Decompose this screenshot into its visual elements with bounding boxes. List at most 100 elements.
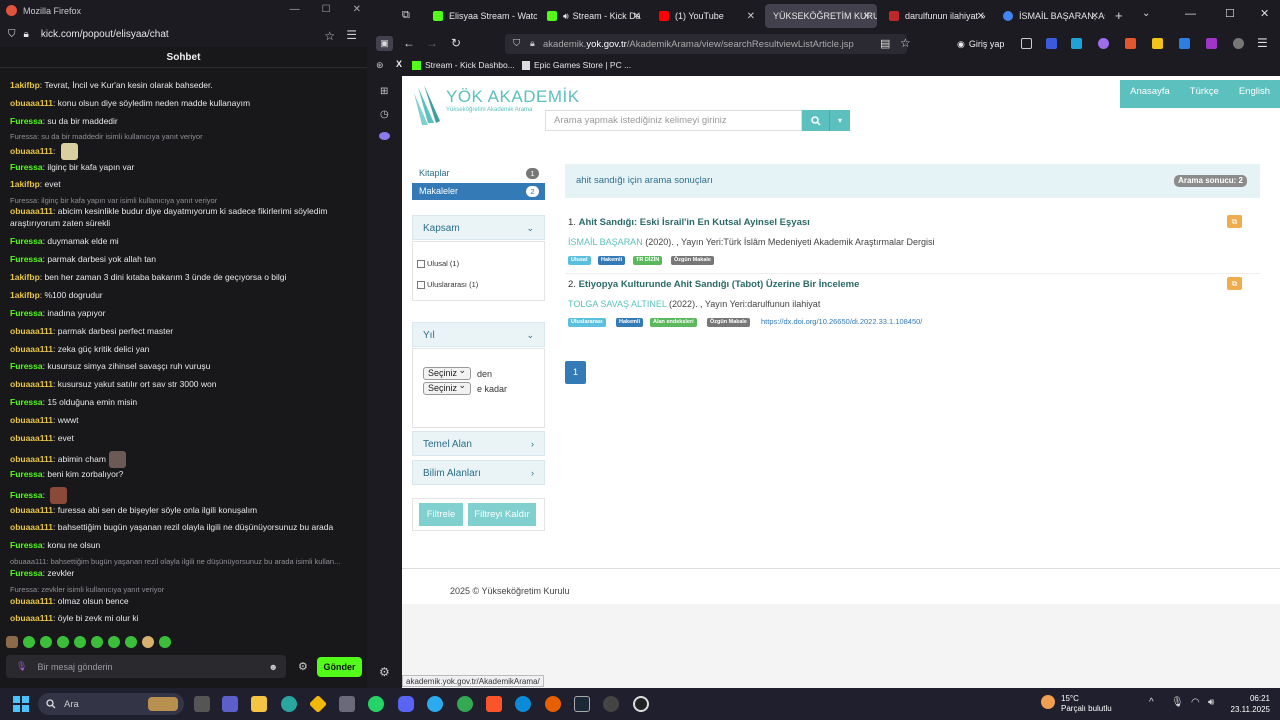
chat-username[interactable]: 1akifbp (10, 290, 40, 300)
search-options-dropdown[interactable]: ▾ (829, 110, 850, 131)
filter-uluslararasi[interactable]: Uluslararası (1) (417, 280, 478, 289)
chat-username[interactable]: Furessa (10, 361, 43, 371)
ai-chat-icon[interactable] (379, 132, 390, 140)
extension-icon[interactable] (1179, 38, 1190, 49)
chat-username[interactable]: Furessa (10, 236, 43, 246)
reload-icon[interactable]: ↻ (451, 36, 461, 50)
kapsam-panel-header[interactable]: Kapsam ⌄ (412, 215, 545, 240)
doi-link[interactable]: https://dx.doi.org/10.26650/di.2022.33.1… (761, 317, 922, 326)
extension-icon[interactable] (1046, 38, 1057, 49)
back-icon[interactable]: ← (403, 36, 415, 50)
tab-kick-dashboard[interactable]: 🔊︎ Stream - Kick Da ✕ (539, 4, 647, 28)
chat-username[interactable]: obuaaa111 (10, 415, 53, 425)
emote-icon[interactable] (23, 636, 35, 648)
emote-icon[interactable] (108, 636, 120, 648)
chat-username[interactable]: 1akifbp (10, 272, 40, 282)
close-button[interactable]: ✕ (1260, 7, 1269, 20)
emote-icon[interactable] (125, 636, 137, 648)
volume-icon[interactable]: 🔊︎ (1208, 697, 1214, 708)
page-1-button[interactable]: 1 (565, 361, 586, 384)
task-view-icon[interactable] (194, 696, 210, 712)
emote-icon[interactable] (159, 636, 171, 648)
whatsapp-icon[interactable] (368, 696, 384, 712)
windows-start-icon[interactable] (13, 696, 29, 712)
chat-username[interactable]: Furessa (10, 568, 43, 578)
tab-darulfunun[interactable]: darulfunun ilahiyat » ✕ (881, 4, 991, 28)
microphone-icon[interactable]: 🎙︎ (16, 661, 27, 672)
wifi-icon[interactable]: ◠ (1191, 697, 1200, 708)
signin-button[interactable]: ◉ Giriş yap (957, 36, 1004, 52)
extension-icon[interactable] (1125, 38, 1136, 49)
tab-list-icon[interactable]: ⧉ (402, 9, 410, 22)
close-tab-icon[interactable]: ✕ (977, 11, 985, 22)
tab-yok-akademik[interactable]: YÜKSEKÖĞRETİM KURUL ✕ (765, 4, 877, 28)
taskbar-search[interactable]: Ara (38, 693, 184, 715)
chat-username[interactable]: obuaaa111 (10, 344, 53, 354)
chat-username[interactable]: obuaaa111 (10, 522, 53, 532)
nav-english[interactable]: English (1229, 80, 1280, 108)
chat-username[interactable]: 1akifbp (10, 80, 40, 90)
emote-icon[interactable] (74, 636, 86, 648)
emote-icon[interactable] (6, 636, 18, 648)
new-tab-button[interactable]: + (1115, 8, 1123, 23)
history-icon[interactable]: ◷ (380, 109, 389, 120)
chat-username[interactable]: obuaaa111 (10, 206, 53, 216)
clear-filter-button[interactable]: Filtreyi Kaldır (468, 503, 536, 526)
chat-username[interactable]: obuaaa111 (10, 98, 53, 108)
chat-username[interactable]: obuaaa111 (10, 613, 53, 623)
external-link-icon[interactable]: ⧉ (1227, 277, 1242, 290)
brave-icon[interactable] (486, 696, 502, 712)
settings-icon[interactable]: ⚙ (379, 665, 390, 679)
binance-icon[interactable] (308, 694, 328, 714)
maximize-button[interactable]: ☐ (322, 4, 331, 15)
search-input[interactable]: Arama yapmak istediğiniz kelimeyi girini… (545, 110, 802, 131)
temel-alan-header[interactable]: Temel Alan › (412, 431, 545, 456)
tab-youtube[interactable]: (1) YouTube ✕ (651, 4, 761, 28)
tab-overflow-icon[interactable]: ⌄ (1142, 8, 1150, 19)
checkbox[interactable] (417, 259, 425, 268)
chat-username[interactable]: obuaaa111 (10, 596, 53, 606)
chat-username[interactable]: obuaaa111 (10, 146, 53, 156)
chat-username[interactable]: Furessa (10, 490, 43, 500)
chat-username[interactable]: obuaaa111 (10, 505, 53, 515)
sidebar-bookmarks-icon[interactable]: ⊞ (380, 86, 388, 97)
reader-view-icon[interactable]: ▤ (880, 37, 890, 50)
maximize-button[interactable]: ☐ (1225, 7, 1235, 20)
emote-icon[interactable] (91, 636, 103, 648)
edge-icon[interactable] (515, 696, 531, 712)
chat-username[interactable]: Furessa (10, 116, 43, 126)
result-title-link[interactable]: Ahit Sandığı: Eski İsrail'in En Kutsal A… (579, 217, 810, 228)
close-tab-icon[interactable]: ✕ (633, 11, 641, 22)
telegram-icon[interactable] (427, 696, 443, 712)
extension-icon[interactable] (1233, 38, 1244, 49)
close-button[interactable]: ✕ (353, 4, 361, 15)
chevron-up-icon[interactable]: ^ (1149, 697, 1154, 708)
sidebar-toggle-icon[interactable]: ▣ (376, 36, 393, 51)
emote-icon[interactable] (57, 636, 69, 648)
menu-icon[interactable]: ☰ (346, 28, 357, 42)
bookmark-star-icon[interactable]: ☆ (900, 36, 911, 50)
chat-username[interactable]: Furessa (10, 162, 43, 172)
extension-icon[interactable] (1021, 38, 1032, 49)
nav-home[interactable]: Anasayfa (1120, 80, 1180, 108)
discord-icon[interactable] (398, 696, 414, 712)
chat-username[interactable]: 1akifbp (10, 179, 40, 189)
external-link-icon[interactable]: ⧉ (1227, 215, 1242, 228)
result-title-link[interactable]: Etiyopya Kulturunde Ahit Sandığı (Tabot)… (579, 279, 860, 290)
year-to-select[interactable]: Seçiniz (423, 380, 471, 395)
emote-icon[interactable] (142, 636, 154, 648)
tab-ismail-basaran[interactable]: İSMAİL BAŞARAN, As ✕ (995, 4, 1105, 28)
gear-icon[interactable]: ⚙ (298, 660, 308, 673)
chat-username[interactable]: obuaaa111 (10, 379, 53, 389)
search-button[interactable] (802, 110, 829, 131)
url-bar[interactable]: ⛉ 🔒︎ akademik. yok.gov.tr/AkademikArama/v… (505, 34, 907, 54)
url-text[interactable]: kick.com/popout/elisyaa/chat (41, 29, 169, 40)
result-author-link[interactable]: TOLGA SAVAŞ ALTINEL (568, 299, 667, 309)
calculator-icon[interactable] (339, 696, 355, 712)
yok-akademik-logo[interactable]: YÖK AKADEMİK Yükseköğretim Akademik Aram… (414, 83, 579, 127)
close-tab-icon[interactable]: ✕ (747, 11, 755, 22)
bookmark-kick[interactable]: Stream - Kick Dashbo... (412, 60, 515, 70)
forward-icon[interactable]: → (426, 36, 438, 50)
extension-icon[interactable] (1152, 38, 1163, 49)
obs-icon[interactable] (633, 696, 649, 712)
